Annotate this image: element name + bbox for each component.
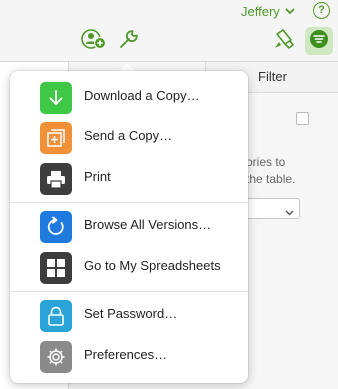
versions-icon xyxy=(40,211,72,243)
chevron-down-icon xyxy=(285,7,295,15)
menu-item-label: Download a Copy… xyxy=(84,88,200,103)
print-icon xyxy=(40,163,72,195)
spreadsheets-icon xyxy=(40,252,72,284)
hint-line-1: ories to xyxy=(246,155,286,169)
menu-item-label: Browse All Versions… xyxy=(84,217,212,232)
collaborate-icon xyxy=(81,28,107,55)
tools-menu: Download a Copy… Send a Copy… Print Brow… xyxy=(10,71,248,383)
menu-item-preferences[interactable]: Preferences… xyxy=(10,336,248,376)
menu-item-print[interactable]: Print xyxy=(10,158,248,198)
help-button[interactable]: ? xyxy=(313,2,330,19)
menu-item-label: Set Password… xyxy=(84,306,178,321)
download-icon xyxy=(40,82,72,114)
wrench-icon xyxy=(118,28,140,55)
send-copy-icon xyxy=(40,122,72,154)
hint-line-2: the table. xyxy=(246,172,296,186)
filter-select[interactable] xyxy=(246,198,300,219)
lock-icon xyxy=(40,300,72,332)
paintbrush-icon xyxy=(273,28,295,55)
menu-item-send-copy[interactable]: Send a Copy… xyxy=(10,117,248,157)
collaborate-button[interactable] xyxy=(80,28,108,54)
menu-item-label: Preferences… xyxy=(84,347,168,362)
wrench-button[interactable] xyxy=(116,28,142,54)
gear-icon xyxy=(40,341,72,373)
toolbar: Jeffery ? xyxy=(0,0,338,62)
menu-item-label: Print xyxy=(84,169,111,184)
menu-item-set-password[interactable]: Set Password… xyxy=(10,295,248,335)
format-button[interactable] xyxy=(271,28,297,54)
organize-icon xyxy=(309,29,329,54)
menu-separator xyxy=(10,202,248,203)
filter-checkbox[interactable] xyxy=(296,112,309,125)
menu-item-my-spreadsheets[interactable]: Go to My Spreadsheets xyxy=(10,247,248,287)
menu-item-browse-versions[interactable]: Browse All Versions… xyxy=(10,206,248,246)
chevron-down-icon xyxy=(285,203,294,221)
menu-separator xyxy=(10,291,248,292)
organize-button[interactable] xyxy=(305,27,333,55)
filter-hint-text: ories to the table. xyxy=(246,154,336,188)
menu-item-label: Send a Copy… xyxy=(84,128,173,143)
user-name: Jeffery xyxy=(241,3,280,19)
user-menu[interactable]: Jeffery xyxy=(241,3,295,19)
menu-item-download-copy[interactable]: Download a Copy… xyxy=(10,77,248,117)
menu-item-label: Go to My Spreadsheets xyxy=(84,258,221,273)
